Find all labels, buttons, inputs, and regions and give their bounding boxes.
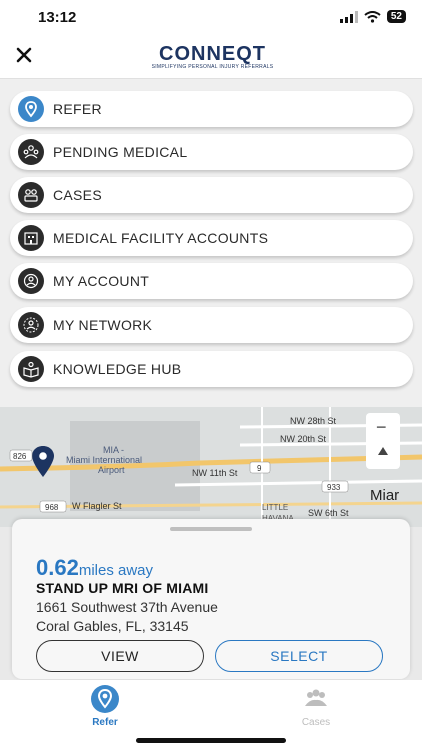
menu-item-refer[interactable]: REFER — [10, 91, 413, 127]
status-time: 13:12 — [38, 9, 77, 26]
menu-item-label: PENDING MEDICAL — [53, 144, 188, 160]
map-label: W Flagler St — [72, 501, 122, 511]
battery-indicator: 52 — [386, 10, 406, 23]
home-indicator[interactable] — [136, 738, 286, 743]
group-icon — [18, 139, 44, 165]
brand-logo: CONNEQT SIMPLIFYING PERSONAL INJURY REFE… — [150, 44, 275, 70]
status-icons: 52 — [339, 10, 406, 23]
address-line-1: 1661 Southwest 37th Avenue — [36, 599, 218, 615]
map-label: NW 28th St — [290, 416, 337, 426]
distance-readout: 0.62miles away — [36, 555, 153, 581]
facility-name: STAND UP MRI OF MIAMI — [36, 580, 209, 596]
status-bar: 13:12 52 — [0, 0, 422, 36]
map-label: MIA - — [103, 445, 124, 455]
building-icon — [18, 225, 44, 251]
tab-label: Cases — [301, 717, 331, 728]
road-shield: 9 — [257, 464, 262, 473]
tab-refer[interactable]: Refer — [65, 684, 145, 728]
navigation-menu: REFER PENDING MEDICAL CASES MEDICAL FACI… — [0, 79, 422, 407]
select-button[interactable]: SELECT — [215, 640, 383, 672]
road-shield: 933 — [327, 483, 341, 492]
map-label: LITTLE — [262, 503, 288, 512]
people-icon — [18, 182, 44, 208]
refer-pin-icon — [91, 685, 119, 713]
map-label: Miar — [370, 487, 399, 504]
menu-item-label: REFER — [53, 101, 102, 117]
brand-tagline: SIMPLIFYING PERSONAL INJURY REFERRALS — [151, 64, 274, 70]
menu-item-cases[interactable]: CASES — [10, 177, 413, 213]
zoom-out-button[interactable]: − — [376, 417, 387, 437]
menu-item-label: CASES — [53, 187, 102, 203]
map-label: NW 11th St — [192, 468, 238, 478]
brand-name: CONNEQT — [159, 43, 266, 65]
network-icon — [18, 312, 44, 338]
menu-item-pending-medical[interactable]: PENDING MEDICAL — [10, 134, 413, 170]
people-icon — [305, 689, 327, 706]
menu-item-medical-facility-accounts[interactable]: MEDICAL FACILITY ACCOUNTS — [10, 220, 413, 256]
drag-handle[interactable] — [170, 527, 252, 531]
menu-item-label: MEDICAL FACILITY ACCOUNTS — [53, 230, 269, 246]
menu-item-label: KNOWLEDGE HUB — [53, 361, 182, 377]
app-header: CONNEQT SIMPLIFYING PERSONAL INJURY REFE… — [0, 36, 422, 79]
signal-icon — [339, 10, 358, 23]
map-label: NW 20th St — [280, 434, 327, 444]
menu-item-label: MY NETWORK — [53, 317, 153, 333]
map-canvas[interactable]: − NW 28th St NW 20th St NW 11th St MIA -… — [0, 407, 422, 527]
user-icon — [18, 268, 44, 294]
distance-unit: miles away — [78, 562, 154, 579]
book-icon — [18, 356, 44, 382]
distance-value: 0.62 — [36, 555, 79, 580]
address-line-2: Coral Gables, FL, 33145 — [36, 618, 189, 634]
map-label: Airport — [98, 465, 125, 475]
menu-item-label: MY ACCOUNT — [53, 273, 150, 289]
map-label: SW 6th St — [308, 508, 349, 518]
facility-card: 0.62miles away STAND UP MRI OF MIAMI 166… — [12, 519, 410, 679]
wifi-icon — [364, 10, 381, 23]
tab-cases[interactable]: Cases — [276, 684, 356, 728]
menu-item-knowledge-hub[interactable]: KNOWLEDGE HUB — [10, 351, 413, 387]
map-label: Miami International — [66, 455, 142, 465]
refer-pin-icon — [18, 96, 44, 122]
view-button[interactable]: VIEW — [36, 640, 204, 672]
road-shield: 968 — [45, 503, 59, 512]
tab-label: Refer — [92, 717, 118, 728]
map-view[interactable]: − NW 28th St NW 20th St NW 11th St MIA -… — [0, 407, 422, 527]
menu-item-my-network[interactable]: MY NETWORK — [10, 307, 413, 343]
menu-item-my-account[interactable]: MY ACCOUNT — [10, 263, 413, 299]
close-icon[interactable] — [14, 45, 34, 65]
road-shield: 826 — [13, 452, 27, 461]
